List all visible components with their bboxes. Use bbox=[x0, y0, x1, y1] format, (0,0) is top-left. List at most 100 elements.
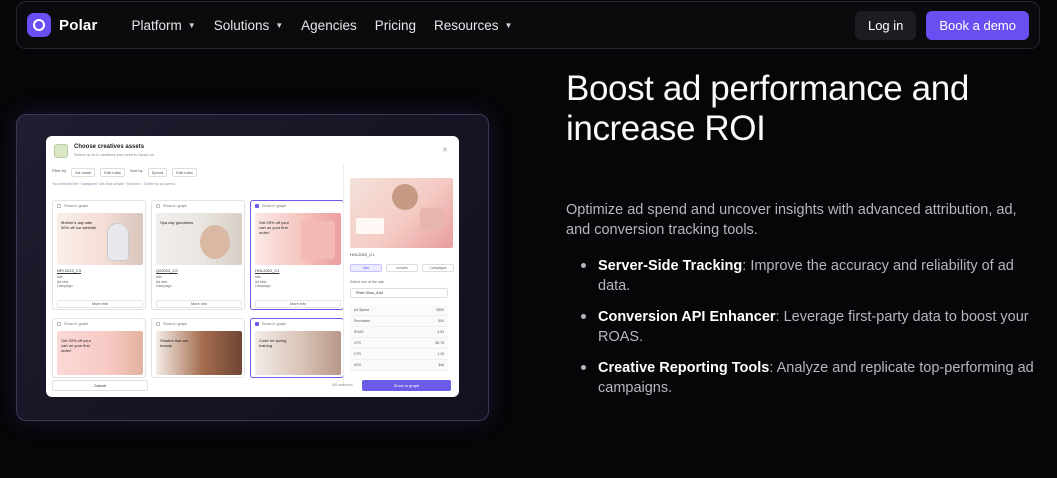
close-icon: ✕ bbox=[442, 147, 448, 154]
menu-platform[interactable]: Platform ▼ bbox=[132, 18, 196, 33]
polar-logo-icon bbox=[27, 13, 51, 37]
login-button[interactable]: Log in bbox=[854, 10, 917, 40]
metric-row: Ad Spend $305 bbox=[350, 305, 448, 316]
more-info-button: More info bbox=[156, 300, 242, 308]
creative-name: NPL2023_C3 bbox=[57, 268, 82, 273]
product-preview-modal: Choose creatives assets Select up to 6 c… bbox=[46, 136, 459, 397]
sort-chip: Edit rules bbox=[172, 168, 197, 177]
metric-value: $46 bbox=[438, 363, 444, 367]
metrics-table: Ad Spend $305 Purchases 500 ROAS 3.54 CPC $0… bbox=[350, 305, 448, 371]
stat-label: Campaign bbox=[255, 284, 271, 289]
metric-row: Purchases 500 bbox=[350, 316, 448, 327]
metric-name: AOV bbox=[354, 363, 362, 367]
creative-name: Q22023_C2 bbox=[156, 268, 178, 273]
metric-row: CTR 1.26 bbox=[350, 349, 448, 360]
creative-caption: Code for spring training bbox=[259, 338, 287, 348]
creative-card: Show in graph Get 20% off your cart on y… bbox=[52, 318, 146, 378]
creative-detail-panel: HOL2022_C1 Ads Ad sets Campaigns Select … bbox=[343, 164, 459, 386]
more-info-button: More info bbox=[255, 300, 341, 308]
chevron-down-icon: ▼ bbox=[504, 20, 513, 30]
feature-title: Server-Side Tracking bbox=[598, 258, 743, 274]
top-navbar: Polar Platform ▼ Solutions ▼ Agencies Pr… bbox=[16, 1, 1040, 49]
show-in-graph-checkbox: Show in graph bbox=[156, 322, 187, 326]
feature-title: Creative Reporting Tools bbox=[598, 360, 770, 376]
sort-chip: Spend bbox=[147, 168, 168, 177]
checkbox-label: Show in graph bbox=[163, 204, 188, 208]
show-in-graph-checkbox: Show in graph bbox=[156, 204, 187, 208]
menu-solutions-label: Solutions bbox=[213, 17, 270, 33]
filter-chip: Ad name bbox=[71, 168, 96, 177]
brand-name: Polar bbox=[59, 16, 98, 34]
show-in-graph-checkbox: Show in graph bbox=[255, 204, 286, 208]
metric-name: Ad Spend bbox=[354, 308, 369, 312]
metric-row: ROAS 3.54 bbox=[350, 327, 448, 338]
ad-select: Pixel Glow_Ad4 bbox=[350, 288, 448, 298]
sort-by-label: Sort by bbox=[129, 168, 143, 173]
metric-name: ROAS bbox=[354, 330, 364, 334]
feature-item: Server-Side Tracking: Improve the accura… bbox=[581, 256, 1041, 296]
metric-name: CPC bbox=[354, 341, 362, 345]
creative-caption: Get 20% off your cart on your first orde… bbox=[61, 338, 91, 353]
metric-value: 3.54 bbox=[437, 330, 444, 334]
creative-card: Show in graph Spa day goodness Q22023_C2… bbox=[151, 200, 245, 310]
show-in-graph-checkbox: Show in graph bbox=[57, 322, 88, 326]
creative-image: Shades that are beauty bbox=[156, 331, 242, 375]
show-in-graph-checkbox: Show in graph bbox=[255, 322, 286, 326]
menu-pricing[interactable]: Pricing bbox=[375, 18, 416, 33]
creative-caption: Get 20% off your cart on your first orde… bbox=[259, 220, 289, 235]
creative-caption: Spa day goodness bbox=[160, 220, 194, 225]
metric-value: $0.78 bbox=[435, 341, 445, 345]
main-menu: Platform ▼ Solutions ▼ Agencies Pricing … bbox=[132, 18, 531, 33]
cancel-button: Cancel bbox=[52, 380, 148, 391]
metric-row: CPC $0.78 bbox=[350, 338, 448, 349]
modal-title: Choose creatives assets bbox=[74, 144, 145, 150]
creative-stats: Ads Ad sets Campaign bbox=[57, 275, 72, 289]
menu-agencies-label: Agencies bbox=[301, 17, 357, 33]
creative-card: Show in graph Code for spring training bbox=[250, 318, 344, 378]
book-demo-button[interactable]: Book a demo bbox=[926, 10, 1029, 40]
creative-detail-name: HOL2022_C1 bbox=[350, 252, 375, 257]
hero-lead: Optimize ad spend and uncover insights w… bbox=[566, 202, 1017, 238]
menu-solutions[interactable]: Solutions ▼ bbox=[214, 18, 283, 33]
creative-stats: Ads Ad sets Campaign bbox=[255, 275, 270, 289]
feature-item: Conversion API Enhancer: Leverage first-… bbox=[581, 307, 1041, 347]
ad-select-label: Select one of the ads bbox=[350, 280, 384, 284]
stat-label: Campaign bbox=[57, 284, 73, 289]
creative-image: Get 20% off your cart on your first orde… bbox=[255, 213, 341, 265]
creative-detail-image bbox=[350, 178, 453, 248]
more-info-button: More info bbox=[57, 300, 143, 308]
checkbox-label: Show in graph bbox=[163, 322, 188, 326]
filter-note: You selected the "Instagram" ads that co… bbox=[52, 182, 176, 186]
menu-agencies[interactable]: Agencies bbox=[301, 18, 357, 33]
show-in-graph-button: Show in graph bbox=[362, 380, 451, 391]
chevron-down-icon: ▼ bbox=[187, 20, 196, 30]
stat-label: Campaign bbox=[156, 284, 172, 289]
creative-name: HOL2022_C1 bbox=[255, 268, 280, 273]
metric-value: 500 bbox=[438, 319, 444, 323]
metric-value: 1.26 bbox=[437, 352, 444, 356]
metric-name: CTR bbox=[354, 352, 361, 356]
menu-resources-label: Resources bbox=[433, 17, 499, 33]
creative-image: Get 20% off your cart on your first orde… bbox=[57, 331, 143, 375]
creative-image: Spa day goodness bbox=[156, 213, 242, 265]
menu-resources[interactable]: Resources ▼ bbox=[434, 18, 512, 33]
checkbox-label: Show in graph bbox=[64, 204, 89, 208]
chevron-down-icon: ▼ bbox=[275, 20, 284, 30]
creative-card: Show in graph Get 20% off your cart on y… bbox=[250, 200, 344, 310]
hero-title: Boost ad performance and increase ROI bbox=[566, 69, 969, 148]
creative-caption: Shades that are beauty bbox=[160, 338, 189, 348]
feature-title: Conversion API Enhancer bbox=[598, 309, 776, 325]
nav-actions: Log in Book a demo bbox=[854, 10, 1029, 40]
filter-bar: Filter by Ad name Edit rules Sort by Spe… bbox=[52, 168, 197, 177]
menu-platform-label: Platform bbox=[131, 17, 182, 33]
creative-image: Mother's day sale 30% off our website bbox=[57, 213, 143, 265]
feature-list: Server-Side Tracking: Improve the accura… bbox=[581, 256, 1041, 409]
checkbox-label: Show in graph bbox=[64, 322, 89, 326]
checkbox-label: Show in graph bbox=[262, 322, 287, 326]
brand-logo[interactable]: Polar bbox=[27, 13, 98, 37]
creative-card: Show in graph Shades that are beauty bbox=[151, 318, 245, 378]
feature-item: Creative Reporting Tools: Analyze and re… bbox=[581, 358, 1041, 398]
selected-count: 3/6 selected bbox=[332, 383, 353, 387]
creative-card: Show in graph Mother's day sale 30% off … bbox=[52, 200, 146, 310]
menu-pricing-label: Pricing bbox=[374, 17, 416, 33]
